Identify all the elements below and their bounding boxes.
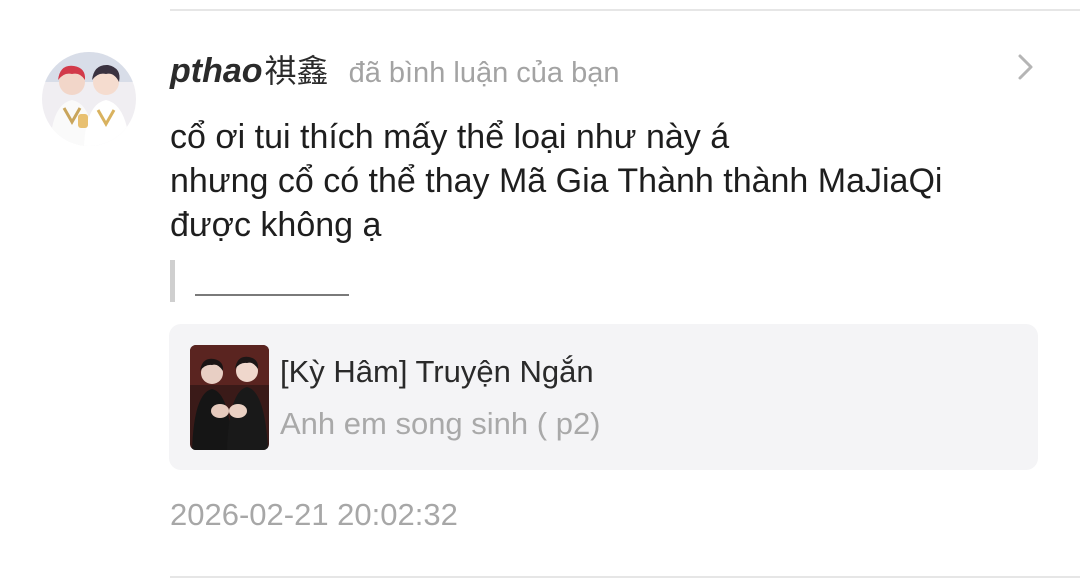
action-text: đã bình luận của bạn [348,57,620,89]
username-suffix[interactable]: 祺鑫 [265,46,329,92]
referenced-story-card[interactable]: [Kỳ Hâm] Truyện Ngắn Anh em song sinh ( … [169,324,1038,470]
comment-line: nhưng cổ có thể thay Mã Gia Thành thành … [170,162,943,200]
quoted-text-placeholder [195,294,349,296]
comment-line: được không ạ [170,206,382,244]
comment-text: cổ ơi tui thích mấy thể loại như này á n… [170,115,1050,247]
avatar-photo-icon [42,52,136,146]
quote-bar [170,260,175,302]
story-chapter: Anh em song sinh ( p2) [280,406,601,441]
story-title: [Kỳ Hâm] Truyện Ngắn [280,354,594,389]
story-cover-image [190,345,269,450]
username[interactable]: pthao [170,52,263,91]
story-cover-icon [190,345,269,450]
user-avatar[interactable] [42,52,136,146]
comment-line: cổ ơi tui thích mấy thể loại như này á [170,118,730,156]
chevron-right-icon[interactable] [1012,52,1040,82]
bottom-divider [170,576,1080,578]
comment-timestamp: 2026-02-21 20:02:32 [170,497,458,532]
top-divider [170,9,1080,11]
comment-header: pthao 祺鑫 đã bình luận của bạn [170,46,619,96]
